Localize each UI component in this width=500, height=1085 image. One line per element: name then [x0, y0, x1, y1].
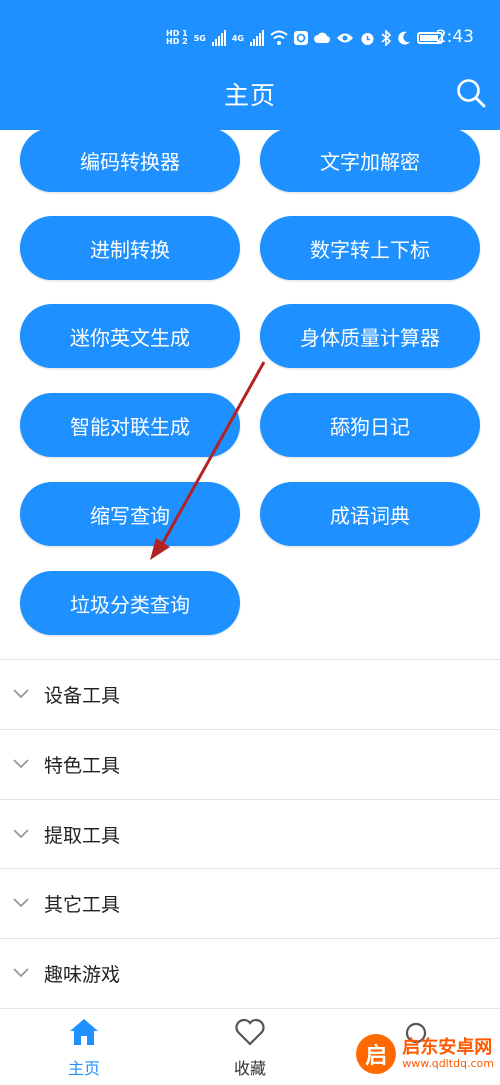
network-4g-label: 4G [231, 33, 244, 43]
tool-button-garbage-sorting[interactable]: 垃圾分类查询 [20, 571, 240, 635]
tool-button-encoding-converter[interactable]: 编码转换器 [20, 128, 240, 192]
app-header: HD 1 HD 2 5G 4G 2:43 主页 [0, 0, 500, 130]
chevron-down-icon [13, 759, 29, 769]
tool-button-diary[interactable]: 舔狗日记 [260, 393, 480, 457]
section-label: 特色工具 [44, 755, 121, 777]
heart-icon [235, 1018, 265, 1046]
cloud-icon [313, 32, 330, 44]
bluetooth-icon [381, 30, 391, 46]
section-other-tools[interactable]: 其它工具 [0, 868, 500, 938]
tool-button-idiom-dictionary[interactable]: 成语词典 [260, 482, 480, 546]
hd-indicator: HD 1 HD 2 [166, 30, 188, 46]
section-featured-tools[interactable]: 特色工具 [0, 729, 500, 799]
page-title: 主页 [223, 81, 276, 110]
eye-icon [336, 33, 353, 43]
app-notification-icon [293, 31, 308, 45]
tool-button-base-conversion[interactable]: 进制转换 [20, 216, 240, 280]
section-label: 设备工具 [44, 685, 121, 707]
signal-icon [211, 30, 226, 46]
section-device-tools[interactable]: 设备工具 [0, 659, 500, 729]
watermark-url: www.qdltdq.com [402, 1056, 494, 1070]
section-label: 趣味游戏 [44, 964, 121, 986]
tool-button-text-encryption[interactable]: 文字加解密 [260, 128, 480, 192]
search-icon[interactable] [456, 78, 486, 108]
tool-button-couplet-generator[interactable]: 智能对联生成 [20, 393, 240, 457]
nav-home[interactable]: 主页 [34, 1017, 134, 1079]
section-label: 其它工具 [44, 894, 121, 916]
moon-icon [398, 31, 410, 45]
network-5g-label: 5G [193, 33, 206, 43]
status-bar: HD 1 HD 2 5G 4G 2:43 [0, 20, 500, 56]
wifi-icon [270, 30, 288, 45]
chevron-down-icon [13, 968, 29, 978]
signal-icon-2 [249, 30, 264, 46]
tool-button-abbreviation-lookup[interactable]: 缩写查询 [20, 482, 240, 546]
tool-button-mini-english[interactable]: 迷你英文生成 [20, 304, 240, 368]
chevron-down-icon [13, 689, 29, 699]
section-fun-games[interactable]: 趣味游戏 [0, 938, 500, 1009]
watermark-name: 启东安卓网 [402, 1037, 493, 1059]
status-time: 2:43 [435, 27, 474, 47]
status-icons: HD 1 HD 2 5G 4G [166, 20, 443, 56]
chevron-down-icon [13, 898, 29, 908]
nav-favorites-label: 收藏 [233, 1059, 266, 1078]
section-extract-tools[interactable]: 提取工具 [0, 799, 500, 869]
tool-button-bmi-calculator[interactable]: 身体质量计算器 [260, 304, 480, 368]
hd2-label: HD 2 [166, 37, 188, 46]
tool-button-super-subscript[interactable]: 数字转上下标 [260, 216, 480, 280]
nav-home-label: 主页 [67, 1059, 100, 1078]
chevron-down-icon [13, 829, 29, 839]
section-label: 提取工具 [44, 825, 121, 847]
alarm-icon [361, 32, 374, 45]
home-icon [70, 1019, 98, 1045]
watermark-logo-icon: 启 [356, 1034, 397, 1074]
watermark: 启 启东安卓网 www.qdltdq.com [356, 1034, 494, 1074]
nav-favorites[interactable]: 收藏 [200, 1017, 300, 1079]
